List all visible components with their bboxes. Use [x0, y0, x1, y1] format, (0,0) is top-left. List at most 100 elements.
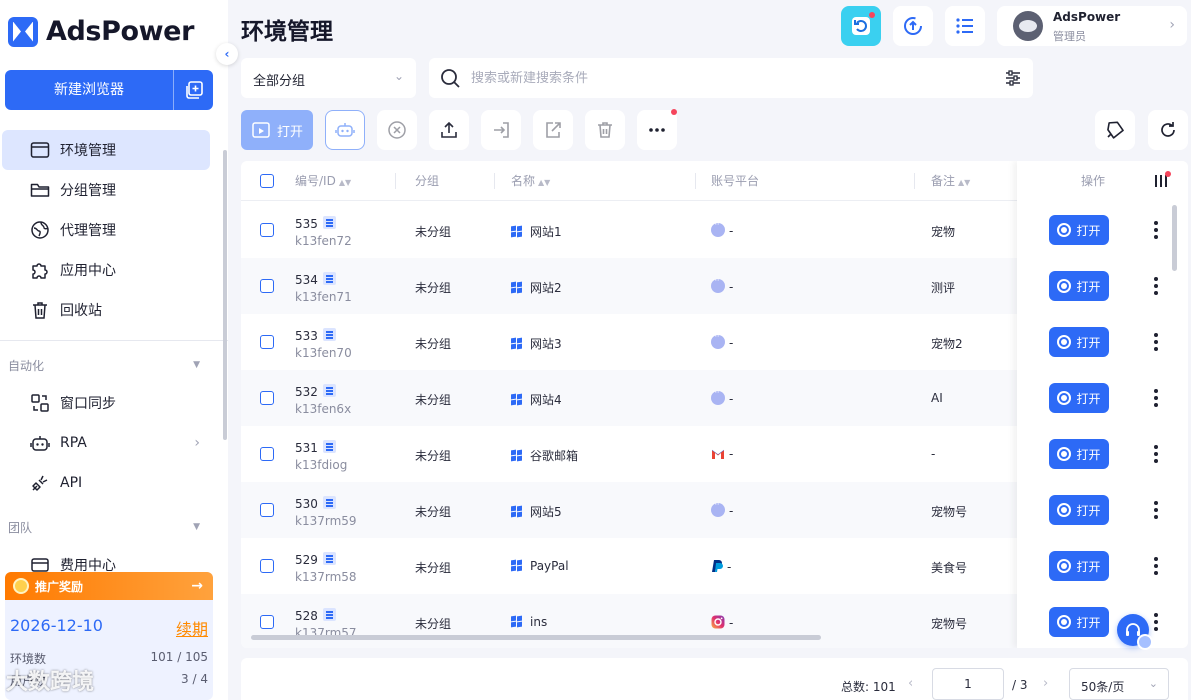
page-size-select[interactable]: 50条/页 ⌄: [1069, 668, 1169, 700]
sidebar-section-automation[interactable]: 自动化 ▼: [0, 347, 228, 383]
renew-link[interactable]: 续期: [176, 616, 208, 640]
close-selected-button[interactable]: [377, 110, 417, 150]
column-label: 备注: [931, 174, 956, 188]
open-profile-button[interactable]: 打开: [1049, 271, 1109, 301]
column-header-id[interactable]: 编号/ID ▲▼: [295, 161, 351, 201]
sidebar-item-environments[interactable]: 环境管理: [2, 130, 210, 170]
plug-icon: [29, 472, 51, 494]
share-button[interactable]: [533, 110, 573, 150]
open-profile-button[interactable]: 打开: [1049, 551, 1109, 581]
subscription-expiry-date: 2026-12-10: [10, 616, 103, 635]
sidebar-section-team[interactable]: 团队 ▼: [0, 509, 228, 545]
cloud-sync-icon: [904, 17, 922, 35]
row-checkbox[interactable]: [260, 279, 274, 293]
open-profile-label: 打开: [1076, 615, 1101, 630]
column-divider: [494, 173, 495, 189]
new-browser-button[interactable]: 新建浏览器: [5, 70, 173, 110]
customer-support-button[interactable]: [1117, 614, 1153, 650]
open-profile-button[interactable]: 打开: [1049, 439, 1109, 469]
rpa-button[interactable]: [325, 110, 365, 150]
notification-dot: [869, 12, 875, 18]
open-selected-button[interactable]: 打开: [241, 110, 313, 150]
sidebar-item-window-sync[interactable]: 窗口同步: [2, 383, 210, 423]
sidebar-scrollbar[interactable]: [223, 150, 227, 440]
play-window-icon: [252, 122, 270, 138]
row-checkbox[interactable]: [260, 615, 274, 629]
platform-generic-icon: [711, 500, 725, 517]
user-profile-card[interactable]: AdsPower 管理员 ›: [997, 6, 1187, 46]
quick-add-button[interactable]: [173, 70, 213, 110]
total-pages: / 3: [1012, 678, 1028, 692]
collapse-sidebar-button[interactable]: ‹: [216, 43, 238, 65]
table-horizontal-scrollbar[interactable]: [251, 635, 821, 640]
app-logo[interactable]: AdsPower: [8, 16, 194, 47]
row-more-button[interactable]: [1148, 330, 1164, 354]
profile-group: 未分组: [415, 225, 452, 239]
open-selected-label: 打开: [276, 124, 303, 140]
row-more-button[interactable]: [1148, 554, 1164, 578]
promo-rewards-banner[interactable]: 推广奖励 →: [5, 572, 213, 600]
sidebar-item-recycle-bin[interactable]: 回收站: [2, 290, 210, 330]
chevron-down-icon: ⌄: [393, 69, 404, 83]
profile-name: 谷歌邮箱: [530, 449, 579, 463]
move-in-icon: [494, 122, 509, 138]
row-checkbox[interactable]: [260, 447, 274, 461]
sidebar-item-api[interactable]: API: [2, 463, 210, 503]
sidebar-item-app-center[interactable]: 应用中心: [2, 250, 210, 290]
filter-settings-icon[interactable]: [1003, 68, 1023, 88]
more-actions-button[interactable]: [637, 109, 677, 150]
sidebar-item-groups[interactable]: 分组管理: [2, 170, 210, 210]
column-header-note[interactable]: 备注 ▲▼: [931, 161, 970, 201]
profile-group: 未分组: [415, 449, 452, 463]
environments-table: 编号/ID ▲▼ 分组 名称 ▲▼ 账号平台 备注 ▲▼ 535 k13fen72 未分组…: [241, 161, 1188, 648]
row-more-button[interactable]: [1148, 218, 1164, 242]
row-checkbox[interactable]: [260, 503, 274, 517]
select-all-checkbox[interactable]: [260, 174, 274, 188]
sidebar-item-proxies[interactable]: 代理管理: [2, 210, 210, 250]
row-checkbox[interactable]: [260, 559, 274, 573]
open-profile-button[interactable]: 打开: [1049, 383, 1109, 413]
profile-number: 533: [295, 328, 336, 343]
page-number-input[interactable]: [932, 668, 1004, 700]
section-label: 自动化: [8, 358, 45, 373]
profile-badge-icon: [322, 608, 336, 621]
robot-icon: [335, 123, 355, 137]
row-checkbox[interactable]: [260, 335, 274, 349]
open-profile-button[interactable]: 打开: [1049, 607, 1109, 637]
open-profile-button[interactable]: 打开: [1049, 495, 1109, 525]
import-button[interactable]: [429, 110, 469, 150]
prev-page-button[interactable]: ‹: [908, 676, 913, 691]
platform-generic-icon: [711, 276, 725, 293]
sync-account-button[interactable]: [841, 6, 881, 46]
profile-number: 535: [295, 216, 336, 231]
row-more-button[interactable]: [1148, 610, 1164, 634]
open-profile-label: 打开: [1076, 223, 1101, 238]
column-header-group: 分组: [415, 161, 439, 201]
sidebar-divider: [0, 340, 228, 341]
platform-cell: -: [711, 615, 733, 630]
table-vertical-scrollbar[interactable]: [1172, 205, 1177, 271]
row-checkbox[interactable]: [260, 223, 274, 237]
column-header-name[interactable]: 名称 ▲▼: [511, 161, 550, 201]
close-circle-icon: [388, 121, 406, 139]
tag-button[interactable]: [1095, 110, 1135, 150]
open-profile-button[interactable]: 打开: [1049, 327, 1109, 357]
next-page-button[interactable]: ›: [1043, 676, 1048, 691]
task-list-button[interactable]: [945, 6, 985, 46]
open-profile-button[interactable]: 打开: [1049, 215, 1109, 245]
total-count: 总数: 101: [841, 680, 896, 694]
user-name: AdsPower: [1053, 10, 1121, 24]
row-more-button[interactable]: [1148, 386, 1164, 410]
refresh-button[interactable]: [1148, 110, 1188, 150]
sidebar-item-rpa[interactable]: RPA ›: [2, 423, 210, 463]
move-to-group-button[interactable]: [481, 110, 521, 150]
row-more-button[interactable]: [1148, 498, 1164, 522]
row-checkbox[interactable]: [260, 391, 274, 405]
row-more-button[interactable]: [1148, 274, 1164, 298]
share-icon: [546, 122, 561, 138]
search-input[interactable]: [471, 68, 991, 88]
upload-sync-button[interactable]: [893, 6, 933, 46]
row-more-button[interactable]: [1148, 442, 1164, 466]
group-filter-select[interactable]: 全部分组 ⌄: [241, 58, 416, 98]
delete-button[interactable]: [585, 110, 625, 150]
